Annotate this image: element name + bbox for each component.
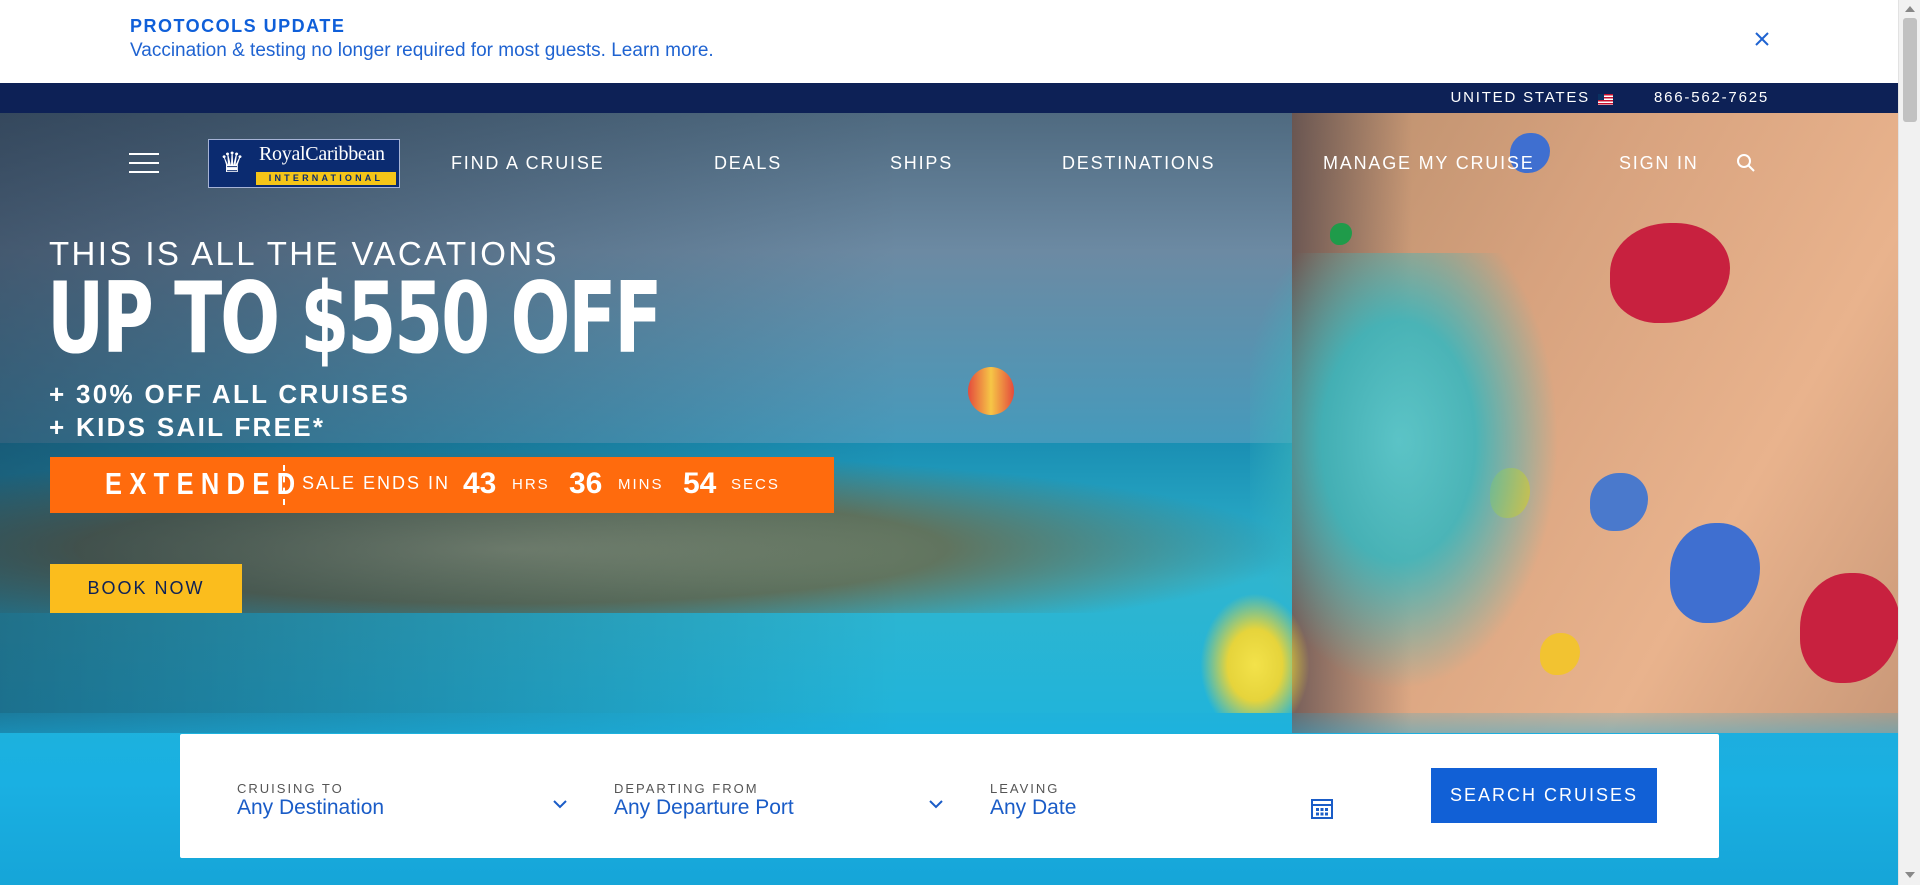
logo-name: RoyalCaribbean (259, 143, 385, 165)
departing-from-label: DEPARTING FROM (614, 781, 759, 796)
countdown-seconds-unit: SECS (731, 476, 780, 493)
chevron-down-icon[interactable] (927, 795, 945, 813)
nav-deals[interactable]: DEALS (714, 153, 782, 174)
sale-countdown-banner: EXTENDED SALE ENDS IN 43 HRS 36 MINS 54 … (50, 457, 834, 513)
scroll-down-arrow-icon[interactable] (1905, 872, 1915, 878)
utility-bar: UNITED STATES 866-562-7625 (0, 83, 1898, 113)
royal-caribbean-logo[interactable]: ♛ RoyalCaribbean INTERNATIONAL (208, 139, 400, 188)
alert-title: PROTOCOLS UPDATE (130, 16, 346, 36)
countdown-hours: 43 (463, 467, 497, 500)
banner-extended: EXTENDED (105, 466, 303, 501)
flag-us-icon[interactable] (1598, 92, 1613, 105)
promo-line-2: + KIDS SAIL FREE* (49, 412, 326, 442)
search-icon[interactable] (1736, 153, 1756, 173)
countdown-minutes: 36 (569, 467, 603, 500)
hero-kid-climber (1200, 593, 1310, 713)
country-selector[interactable]: UNITED STATES (1450, 89, 1590, 106)
scrollbar-thumb[interactable] (1903, 18, 1917, 122)
countdown-hours-unit: HRS (512, 476, 550, 493)
chevron-down-icon[interactable] (551, 795, 569, 813)
leaving-label: LEAVING (990, 781, 1060, 796)
page-scrollbar[interactable] (1898, 0, 1920, 885)
promo-headline: UP TO $550 OFF (47, 262, 663, 376)
departing-from-value: Any Departure Port (614, 796, 794, 819)
cruising-to-value: Any Destination (237, 796, 385, 819)
crown-logo-icon: ♛ (213, 144, 251, 183)
banner-sale-ends: SALE ENDS IN (302, 473, 451, 493)
nav-sign-in[interactable]: SIGN IN (1619, 153, 1699, 174)
leaving-date-field[interactable]: LEAVING Any Date (990, 734, 1340, 858)
protocols-alert: PROTOCOLS UPDATE Vaccination & testing n… (0, 0, 1898, 83)
cruising-to-label: CRUISING TO (237, 781, 344, 796)
search-cruises-button[interactable]: SEARCH CRUISES (1431, 768, 1657, 823)
leaving-value: Any Date (990, 796, 1077, 819)
promo-line-1: + 30% OFF ALL CRUISES (49, 379, 411, 409)
cruise-search-card: CRUISING TO Any Destination DEPARTING FR… (180, 734, 1719, 858)
countdown-minutes-unit: MINS (618, 476, 664, 493)
nav-ships[interactable]: SHIPS (890, 153, 953, 174)
close-icon[interactable] (1751, 28, 1773, 50)
logo-subtitle: INTERNATIONAL (256, 172, 396, 185)
calendar-icon[interactable] (1310, 796, 1334, 820)
countdown-seconds: 54 (683, 467, 717, 500)
nav-find-a-cruise[interactable]: FIND A CRUISE (451, 153, 604, 174)
banner-divider (283, 465, 285, 505)
alert-learn-more-link[interactable]: Vaccination & testing no longer required… (130, 40, 714, 62)
book-now-button[interactable]: BOOK NOW (50, 564, 242, 613)
phone-number-link[interactable]: 866-562-7625 (1654, 89, 1769, 106)
nav-manage-my-cruise[interactable]: MANAGE MY CRUISE (1323, 153, 1535, 174)
departing-from-field[interactable]: DEPARTING FROM Any Departure Port (614, 734, 954, 858)
scroll-up-arrow-icon[interactable] (1905, 6, 1915, 12)
nav-destinations[interactable]: DESTINATIONS (1062, 153, 1215, 174)
hot-air-balloon (968, 367, 1014, 415)
hamburger-icon[interactable] (129, 153, 159, 175)
cruising-to-field[interactable]: CRUISING TO Any Destination (237, 734, 577, 858)
